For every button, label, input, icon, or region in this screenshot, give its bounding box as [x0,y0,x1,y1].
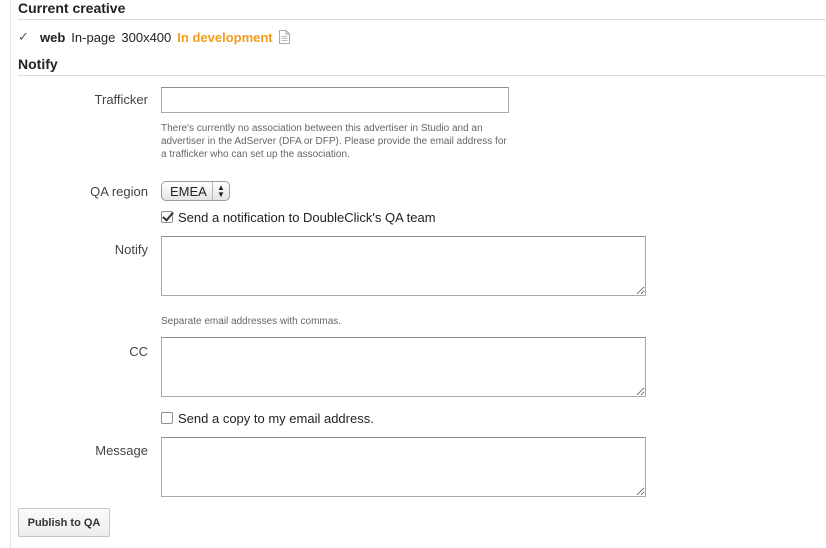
current-creative-heading: Current creative [18,0,126,16]
message-textarea[interactable] [161,437,646,497]
creative-name: web [40,29,66,45]
updown-arrows-icon: ▲ ▼ [212,182,229,200]
left-divider [10,0,11,548]
notify-heading: Notify [18,56,58,72]
publish-to-qa-form: Current creative ✓ web In-page 300x400 I… [0,0,826,548]
message-label: Message [95,443,148,458]
trafficker-input[interactable] [161,87,509,113]
cc-label: CC [129,344,148,359]
section-divider [18,75,826,76]
qa-region-label: QA region [90,184,148,199]
send-copy-label: Send a copy to my email address. [178,410,374,426]
creative-row: ✓ web In-page 300x400 In development [18,28,290,46]
send-copy-row: Send a copy to my email address. [161,410,374,426]
creative-status: In development [177,29,273,45]
notify-help-text: Separate email addresses with commas. [161,316,342,327]
notify-label: Notify [114,242,148,257]
creative-size: 300x400 [121,29,172,45]
notify-qa-team-row: Send a notification to DoubleClick's QA … [161,209,436,225]
section-divider [18,19,826,20]
notify-textarea[interactable] [161,236,646,296]
send-copy-checkbox[interactable] [161,412,173,424]
notify-qa-team-label: Send a notification to DoubleClick's QA … [178,209,436,225]
qa-region-select[interactable]: EMEA ▲ ▼ [161,181,230,201]
cc-textarea[interactable] [161,337,646,397]
checkmark-icon: ✓ [18,29,29,44]
trafficker-help-text: There's currently no association between… [161,123,507,160]
document-icon[interactable] [278,30,290,44]
trafficker-label: Trafficker [94,92,148,107]
qa-region-selected-value: EMEA [170,183,207,199]
publish-to-qa-button[interactable]: Publish to QA [18,508,110,537]
notify-qa-team-checkbox[interactable] [161,211,173,223]
creative-type: In-page [71,29,116,45]
